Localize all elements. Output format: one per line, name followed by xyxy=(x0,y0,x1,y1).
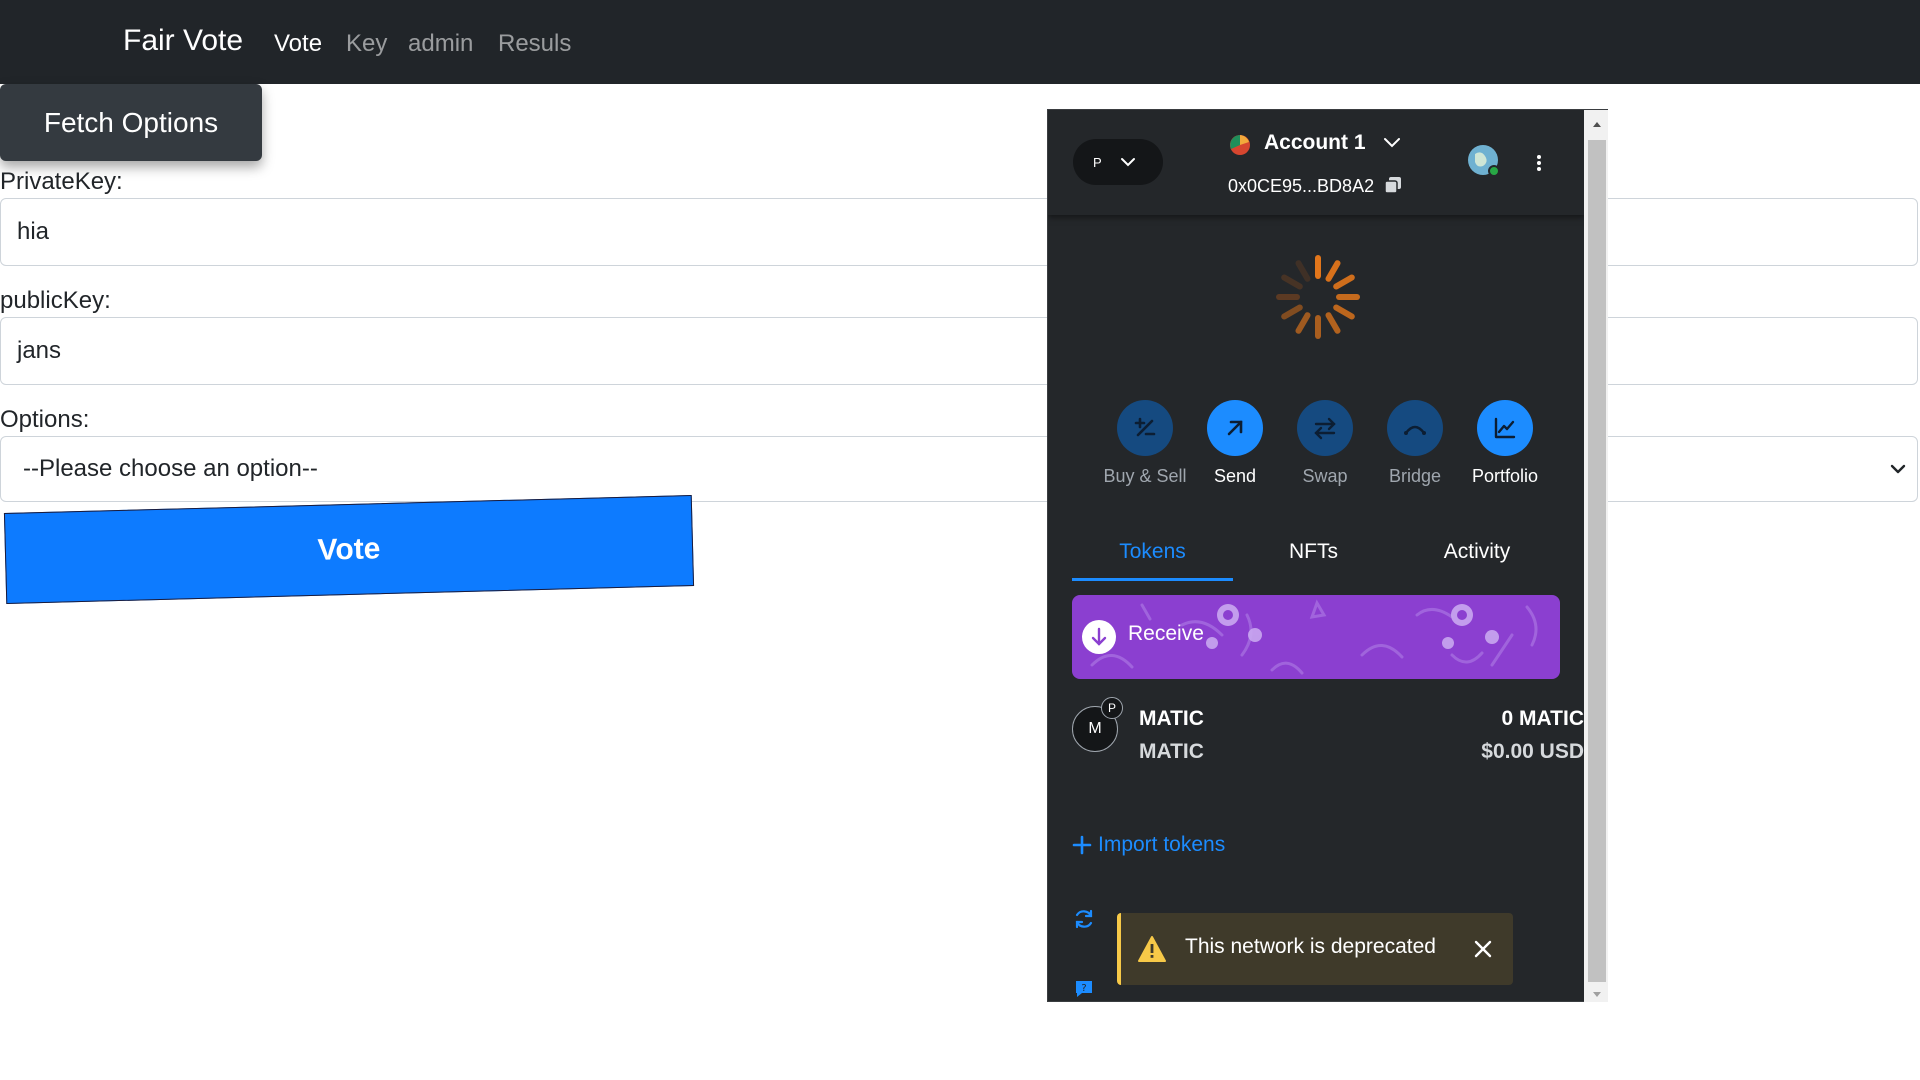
scroll-down-arrow-icon[interactable] xyxy=(1588,985,1606,1003)
private-key-value: hia xyxy=(17,218,50,245)
chart-line-icon xyxy=(1477,400,1533,456)
top-navbar: Fair Vote Vote Key admin Resuls xyxy=(0,0,1920,84)
nav-link-admin[interactable]: admin xyxy=(408,30,473,58)
tab-tokens[interactable]: Tokens xyxy=(1072,540,1233,564)
support-chat-icon[interactable]: ? xyxy=(1073,978,1095,1000)
portfolio-label: Portfolio xyxy=(1471,466,1539,486)
refresh-icon[interactable] xyxy=(1073,908,1095,930)
token-balance: 0 MATIC xyxy=(1501,707,1584,730)
private-key-input[interactable]: hia xyxy=(0,198,1918,266)
receive-banner[interactable]: Receive xyxy=(1072,595,1560,679)
swap-icon xyxy=(1297,400,1353,456)
receive-label: Receive xyxy=(1128,622,1204,645)
bridge-icon xyxy=(1387,400,1443,456)
network-badge: P xyxy=(1101,697,1123,719)
wallet-scrollbar-thumb[interactable] xyxy=(1588,140,1606,982)
wallet-popup: P Account 1 0x0CE95...BD8A2 Buy & Sell S… xyxy=(1048,110,1608,1002)
options-selected-value: --Please choose an option-- xyxy=(23,455,318,482)
arrow-down-icon xyxy=(1082,620,1116,654)
wallet-header: P Account 1 0x0CE95...BD8A2 xyxy=(1048,110,1584,215)
nav-link-results[interactable]: Resuls xyxy=(498,30,571,58)
token-subname: MATIC xyxy=(1139,740,1204,763)
swap-label: Swap xyxy=(1302,466,1348,486)
copy-icon[interactable] xyxy=(1384,176,1402,194)
public-key-input[interactable]: jans xyxy=(0,317,1918,385)
brand-title[interactable]: Fair Vote xyxy=(123,24,243,58)
bridge-label: Bridge xyxy=(1388,466,1442,486)
chevron-down-icon[interactable] xyxy=(1382,136,1402,150)
account-name[interactable]: Account 1 xyxy=(1264,131,1366,155)
network-deprecated-toast: This network is deprecated xyxy=(1117,913,1513,985)
chevron-down-icon xyxy=(1890,464,1906,474)
arrow-up-right-icon xyxy=(1207,400,1263,456)
toast-message: This network is deprecated xyxy=(1185,935,1436,958)
tab-nfts[interactable]: NFTs xyxy=(1233,540,1394,564)
network-avatar: P xyxy=(1093,154,1102,170)
tab-activity[interactable]: Activity xyxy=(1394,540,1560,564)
nav-link-key[interactable]: Key xyxy=(346,30,387,58)
buy-sell-action[interactable]: Buy & Sell xyxy=(1100,400,1190,487)
token-fiat-value: $0.00 USD xyxy=(1481,740,1584,763)
options-label: Options: xyxy=(0,406,90,433)
account-avatar-icon xyxy=(1230,135,1250,155)
scroll-up-arrow-icon[interactable] xyxy=(1588,115,1606,133)
close-icon[interactable] xyxy=(1473,939,1493,959)
send-action[interactable]: Send xyxy=(1190,400,1280,487)
fetch-options-button[interactable]: Fetch Options xyxy=(0,84,262,161)
more-options-icon[interactable] xyxy=(1536,154,1542,172)
bridge-action[interactable]: Bridge xyxy=(1370,400,1460,487)
vote-button[interactable]: Vote xyxy=(3,495,695,604)
connected-site-icon[interactable] xyxy=(1467,144,1501,178)
public-key-label: publicKey: xyxy=(0,287,111,314)
send-label: Send xyxy=(1213,466,1257,486)
account-address: 0x0CE95...BD8A2 xyxy=(1228,176,1375,196)
plus-minus-icon xyxy=(1117,400,1173,456)
active-tab-indicator xyxy=(1072,578,1233,581)
options-select[interactable]: --Please choose an option-- xyxy=(0,436,1918,502)
plus-icon xyxy=(1072,835,1092,855)
network-picker[interactable]: P xyxy=(1073,139,1163,185)
warning-icon xyxy=(1138,936,1166,962)
swap-action[interactable]: Swap xyxy=(1280,400,1370,487)
svg-text:?: ? xyxy=(1081,983,1086,994)
chevron-down-icon xyxy=(1120,158,1135,167)
loading-spinner-icon xyxy=(1276,255,1360,339)
import-tokens-label: Import tokens xyxy=(1098,833,1226,856)
private-key-label: PrivateKey: xyxy=(0,168,123,195)
portfolio-action[interactable]: Portfolio xyxy=(1460,400,1550,487)
nav-link-vote[interactable]: Vote xyxy=(274,30,322,58)
token-name[interactable]: MATIC xyxy=(1139,707,1204,731)
buy-sell-label: Buy & Sell xyxy=(1103,466,1187,486)
import-tokens-link[interactable]: Import tokens xyxy=(1072,833,1225,857)
public-key-value: jans xyxy=(17,337,62,364)
